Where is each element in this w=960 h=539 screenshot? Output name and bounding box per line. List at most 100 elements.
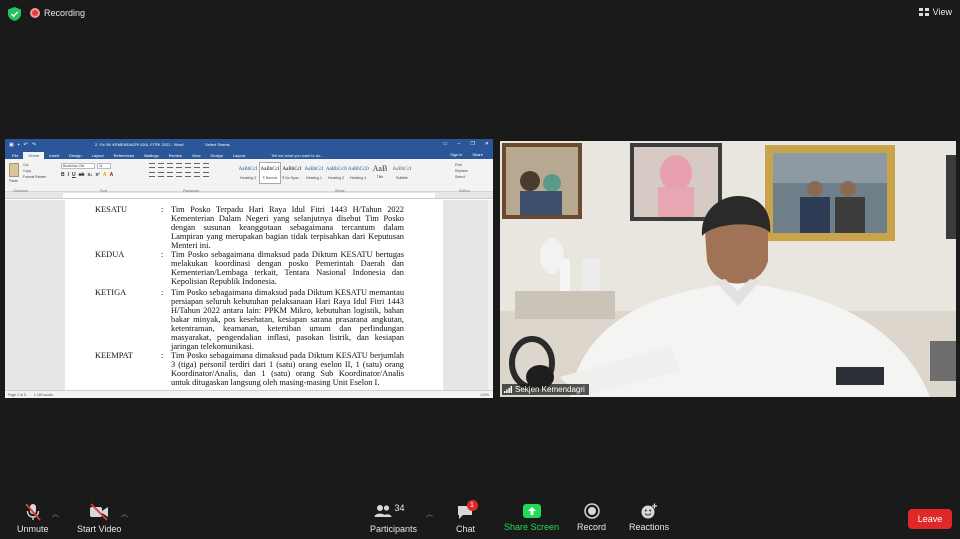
chat-unread-badge: 1 bbox=[466, 500, 478, 511]
paragraph-buttons-row2 bbox=[149, 172, 209, 177]
record-button[interactable]: Record bbox=[577, 503, 606, 532]
style-heading-1[interactable]: AaBbCcI Heading 1 bbox=[303, 162, 325, 184]
tab-references[interactable]: References bbox=[109, 152, 139, 159]
participant-video[interactable]: Sekjen Kemendagri bbox=[500, 141, 956, 397]
chat-label: Chat bbox=[456, 524, 476, 534]
sort-icon[interactable] bbox=[194, 163, 200, 168]
numbering-icon[interactable] bbox=[158, 163, 164, 168]
audio-options-chevron-icon[interactable]: ︿ bbox=[52, 509, 59, 519]
unmute-button[interactable]: Unmute bbox=[17, 503, 49, 534]
close-icon[interactable]: ✕ bbox=[485, 141, 489, 147]
document-page[interactable]: KESATU : Tim Posko Terpadu Hari Raya Idu… bbox=[65, 200, 443, 390]
tab-mailings[interactable]: Mailings bbox=[139, 152, 164, 159]
tab-design[interactable]: Design bbox=[64, 152, 86, 159]
text-highlight-icon[interactable]: A bbox=[103, 172, 107, 178]
zoom-level[interactable]: 110% bbox=[480, 393, 489, 397]
start-video-button[interactable]: Start Video bbox=[77, 503, 121, 534]
section-text: Tim Posko sebagaimana dimaksud pada Dikt… bbox=[171, 250, 404, 286]
table-tools-label: Select Sheets bbox=[205, 142, 230, 147]
word-status-bar: Page 2 of 5 1.180 words 110% bbox=[5, 390, 493, 398]
minimize-icon[interactable]: – bbox=[458, 141, 461, 147]
vertical-scrollbar[interactable] bbox=[488, 200, 493, 390]
styles-gallery: AaBbCcI Heading 3 AaBbCcI ¶ Normal AaBbCcI… bbox=[237, 162, 413, 184]
section-label: KETIGA bbox=[95, 288, 127, 297]
encryption-shield-icon[interactable] bbox=[8, 7, 21, 21]
justify-icon[interactable] bbox=[176, 172, 182, 177]
recording-indicator[interactable]: Recording bbox=[30, 8, 85, 18]
italic-icon[interactable]: I bbox=[68, 172, 69, 178]
view-button[interactable]: View bbox=[918, 7, 952, 17]
align-left-icon[interactable] bbox=[149, 172, 155, 177]
participants-options-chevron-icon[interactable]: ︿ bbox=[426, 509, 433, 519]
increase-indent-icon[interactable] bbox=[185, 163, 191, 168]
underline-icon[interactable]: U bbox=[72, 172, 76, 178]
bold-icon[interactable]: B bbox=[61, 172, 65, 178]
ribbon-display-icon[interactable]: ▭ bbox=[443, 141, 448, 147]
line-spacing-icon[interactable] bbox=[185, 172, 191, 177]
align-right-icon[interactable] bbox=[167, 172, 173, 177]
word-count[interactable]: 1.180 words bbox=[34, 393, 53, 397]
word-logo-icon: ▣ bbox=[9, 141, 14, 148]
font-name-select[interactable]: Bookman Old bbox=[61, 163, 95, 169]
editing-group: Find Replace Select bbox=[455, 162, 468, 180]
style-subtitle[interactable]: AaBbCcI Subtitle bbox=[391, 162, 413, 184]
style-heading-2[interactable]: AaBbCcD Heading 2 bbox=[325, 162, 347, 184]
chat-button[interactable]: 1 Chat bbox=[456, 500, 478, 534]
align-center-icon[interactable] bbox=[158, 172, 164, 177]
recording-label: Recording bbox=[44, 8, 86, 18]
format-painter-button[interactable]: Format Painter bbox=[23, 174, 46, 180]
borders-icon[interactable] bbox=[203, 172, 209, 177]
paste-icon[interactable] bbox=[9, 163, 19, 177]
video-options-chevron-icon[interactable]: ︿ bbox=[121, 509, 128, 519]
reactions-button[interactable]: Reactions bbox=[629, 503, 669, 532]
word-title-bar: ▣ ▪ ↶ ↷ 2. Fix SK KEMENDAGRI IDUL FITRI … bbox=[5, 139, 493, 150]
tell-me-search[interactable]: Tell me what you want to do... bbox=[266, 152, 329, 159]
style-heading-4[interactable]: AaBbCcD Heading 4 bbox=[347, 162, 369, 184]
share-button[interactable]: Share bbox=[467, 151, 488, 158]
select-button[interactable]: Select bbox=[455, 174, 468, 180]
save-icon[interactable]: ▪ bbox=[18, 142, 20, 148]
paragraph-buttons-row1 bbox=[149, 163, 209, 168]
participants-icon bbox=[374, 505, 392, 517]
redo-icon[interactable]: ↷ bbox=[32, 142, 36, 148]
multilevel-list-icon[interactable] bbox=[167, 163, 173, 168]
font-color-icon[interactable]: A bbox=[110, 172, 114, 178]
style-normal[interactable]: AaBbCcI ¶ Normal bbox=[259, 162, 281, 184]
decrease-indent-icon[interactable] bbox=[176, 163, 182, 168]
leave-button[interactable]: Leave bbox=[908, 509, 952, 529]
tab-file[interactable]: File bbox=[7, 152, 23, 159]
restore-icon[interactable]: ❐ bbox=[470, 141, 474, 147]
tab-table-layout[interactable]: Layout bbox=[228, 152, 250, 159]
horizontal-ruler[interactable] bbox=[5, 192, 493, 199]
video-off-icon bbox=[90, 503, 109, 521]
tab-insert[interactable]: Insert bbox=[44, 152, 64, 159]
style-title[interactable]: AaB Title bbox=[369, 162, 391, 184]
page-count[interactable]: Page 2 of 5 bbox=[8, 393, 26, 397]
undo-icon[interactable]: ↶ bbox=[24, 142, 28, 148]
tab-home[interactable]: Home bbox=[23, 152, 45, 159]
tab-view[interactable]: View bbox=[187, 152, 206, 159]
strikethrough-icon[interactable]: ab bbox=[79, 172, 85, 178]
shading-icon[interactable] bbox=[194, 172, 200, 177]
share-screen-icon bbox=[522, 504, 541, 518]
section-text: Tim Posko Terpadu Hari Raya Idul Fitri 1… bbox=[171, 205, 404, 250]
subscript-icon[interactable]: x₂ bbox=[87, 172, 92, 178]
bullets-icon[interactable] bbox=[149, 163, 155, 168]
tab-table-design[interactable]: Design bbox=[205, 152, 227, 159]
ribbon-home: Paste Cut Copy Format Painter Bookman Ol… bbox=[5, 159, 493, 193]
section-text: Tim Posko sebagaimana dimaksud pada Dikt… bbox=[171, 351, 404, 387]
tab-review[interactable]: Review bbox=[164, 152, 187, 159]
superscript-icon[interactable]: x² bbox=[96, 172, 100, 178]
document-area[interactable]: KESATU : Tim Posko Terpadu Hari Raya Idu… bbox=[5, 200, 493, 390]
style-no-spacing[interactable]: AaBbCcI ¶ No Spac... bbox=[281, 162, 303, 184]
section-colon: : bbox=[161, 205, 164, 214]
video-feed-image bbox=[500, 141, 956, 397]
share-screen-button[interactable]: Share Screen bbox=[504, 503, 559, 532]
style-heading-3[interactable]: AaBbCcI Heading 3 bbox=[237, 162, 259, 184]
font-size-select[interactable]: 11 bbox=[97, 163, 111, 169]
sign-in-link[interactable]: Sign in bbox=[445, 151, 467, 158]
tab-layout[interactable]: Layout bbox=[87, 152, 109, 159]
participants-button[interactable]: 34 Participants bbox=[370, 503, 417, 534]
show-marks-icon[interactable] bbox=[203, 163, 209, 168]
participant-name-tag: Sekjen Kemendagri bbox=[502, 384, 589, 395]
